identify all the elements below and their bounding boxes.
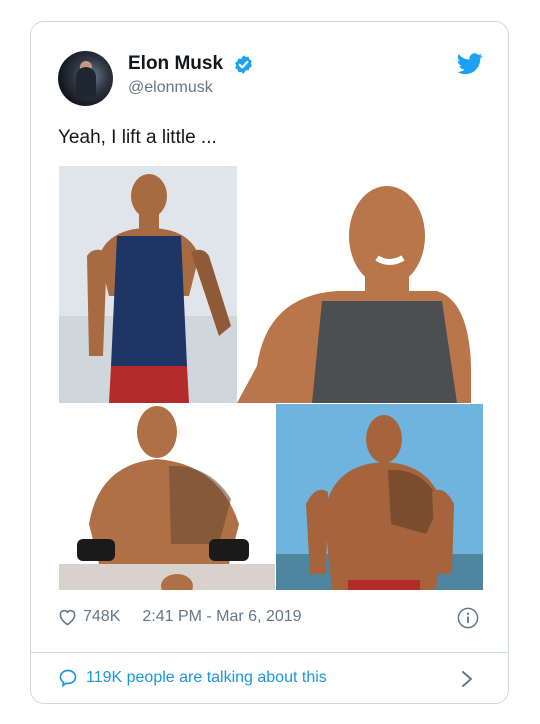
author-name[interactable]: Elon Musk: [128, 53, 223, 75]
verified-badge-icon: [235, 55, 252, 74]
conversation-link[interactable]: 119K people are talking about this: [58, 668, 327, 688]
tweet-timestamp[interactable]: 2:41 PM - Mar 6, 2019: [142, 608, 301, 626]
author-handle[interactable]: @elonmusk: [128, 79, 213, 97]
tweet-card[interactable]: Elon Musk @elonmusk Yeah, I lift a littl…: [30, 21, 509, 704]
twitter-bird-icon[interactable]: [457, 53, 483, 75]
avatar[interactable]: [58, 51, 113, 106]
conversation-text[interactable]: 119K people are talking about this: [86, 669, 327, 687]
tweet-photo-4[interactable]: [276, 404, 483, 590]
tweet-photo-3[interactable]: [59, 404, 275, 590]
speech-bubble-icon: [59, 669, 77, 688]
info-icon[interactable]: [457, 607, 479, 629]
tweet-meta: 748K 2:41 PM - Mar 6, 2019: [58, 608, 302, 626]
photo-2-illustration: [237, 166, 471, 403]
chevron-right-icon[interactable]: [461, 670, 473, 688]
tweet-text: Yeah, I lift a little ...: [58, 127, 217, 148]
photo-3-illustration: [59, 404, 275, 590]
photo-1-illustration: [59, 166, 237, 403]
heart-icon[interactable]: [58, 608, 77, 626]
photo-4-illustration: [276, 404, 483, 590]
like-count[interactable]: 748K: [83, 608, 120, 626]
tweet-photo-2[interactable]: [237, 166, 471, 403]
tweet-photo-1[interactable]: [59, 166, 237, 403]
divider: [31, 652, 508, 653]
